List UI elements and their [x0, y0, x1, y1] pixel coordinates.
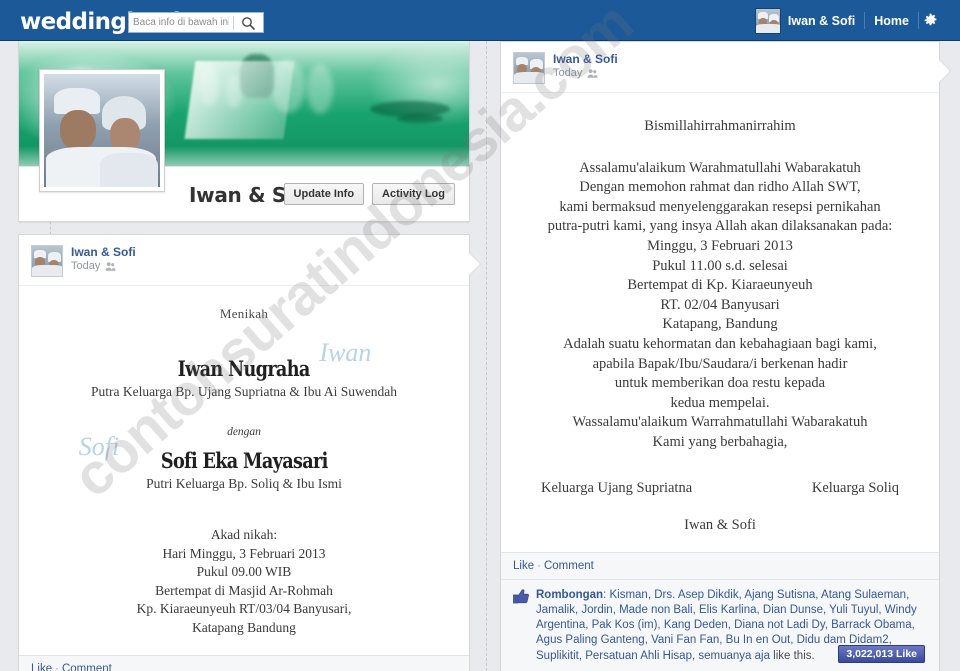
invitation-line: Wassalamu'alaikum Warrahmatullahi Wabara… [572, 414, 868, 431]
right-post-author-block: Iwan & Sofi Today [553, 52, 618, 81]
akad-line: Pukul 09.00 WIB [196, 564, 292, 579]
right-post-body: Bismillahirrahmanirrahim Assalamu'alaiku… [501, 93, 939, 552]
action-separator: · [55, 663, 59, 671]
left-post-author-block: Iwan & Sofi Today [71, 245, 136, 274]
profile-picture-art [44, 74, 160, 187]
action-separator: · [537, 559, 541, 572]
right-post-header: Iwan & Sofi Today [501, 42, 939, 93]
invitation-line: kedua mempelai. [670, 394, 770, 411]
invitation-line: untuk memberikan doa restu kepada [614, 375, 826, 392]
invitation-line: Pukul 11.00 s.d. selesai [652, 257, 788, 274]
post-meta: Today [553, 66, 618, 81]
like-count-badge[interactable]: 3,022,013 Like [838, 644, 925, 663]
groom-parents: Putra Keluarga Bp. Ujang Supriatna & Ibu… [90, 384, 398, 399]
post-author-avatar[interactable] [513, 52, 545, 84]
invitation-left: Menikah Iwan Iwan Nugraha Putra Keluarga… [37, 306, 451, 637]
right-post-actions: Like · Comment [501, 551, 939, 579]
like-button[interactable]: Like [31, 663, 52, 671]
right-post: Iwan & Sofi Today Bismillahirrahmanirrah… [500, 41, 950, 671]
thumbs-up-icon [513, 589, 529, 609]
groom-script-name: Iwan [319, 338, 372, 367]
nav-separator-2 [918, 12, 919, 29]
search-box[interactable] [128, 12, 264, 33]
post-pointer-icon [469, 253, 480, 275]
invitation-line: RT. 02/04 Banyusari [660, 296, 780, 313]
invitation-line: Bertempat di Kp. Kiaraeunyeuh [627, 277, 813, 294]
left-post-actions: Like · Comment [19, 655, 469, 671]
groom-name-row: Iwan Iwan Nugraha [165, 338, 371, 381]
post-meta: Today [71, 259, 136, 274]
couple-signature: Iwan & Sofi [684, 517, 756, 534]
akad-line: Akad nikah: [210, 527, 278, 542]
invitation-line: kami bermaksud menyelenggarakan resepsi … [559, 198, 881, 215]
bride-name-row: Sofi Sofi Eka Mayasari [79, 432, 344, 473]
nav-user-name[interactable]: Iwan & Sofi [788, 14, 864, 28]
akad-line: Katapang Bandung [192, 619, 296, 635]
like-this-suffix: like this. [773, 649, 815, 662]
avatar[interactable] [754, 7, 781, 34]
nav-right-group: Iwan & Sofi Home [754, 6, 938, 35]
invitation-line: putra-putri kami, yang insya Allah akan … [547, 218, 893, 235]
comment-button[interactable]: Comment [544, 560, 594, 572]
bride-name: Sofi Eka Mayasari [160, 448, 328, 473]
invitation-line: Adalah suatu kehormatan dan kebahagiaan … [563, 335, 877, 352]
family-signatures: Keluarga Ujang Supriatna Keluarga Soliq [541, 479, 899, 499]
comment-button[interactable]: Comment [62, 663, 112, 671]
left-post: Iwan & Sofi Today Menikah Iwan Iwan Nugr… [18, 234, 480, 671]
left-column: Iwan & Sofi Update Info Activity Log Iwa… [18, 41, 480, 671]
invitation-line: Kami yang berbahagia, [652, 433, 788, 450]
invitation-line: apabila Bapak/Ibu/Saudara/i berkenan had… [592, 355, 848, 372]
profile-action-buttons: Update Info Activity Log [283, 183, 455, 205]
family-right: Keluarga Soliq [811, 479, 899, 496]
bismillah-line: Bismillahirrahmanirrahim [644, 118, 796, 134]
post-pointer-icon [939, 60, 950, 82]
post-author-name[interactable]: Iwan & Sofi [71, 245, 136, 259]
left-post-header: Iwan & Sofi Today [19, 235, 469, 286]
right-column: Iwan & Sofi Today Bismillahirrahmanirrah… [500, 41, 950, 671]
liker-group-name[interactable]: Rombongan [536, 589, 603, 601]
akad-line: Hari Minggu, 3 Februari 2013 [162, 545, 326, 561]
invitation-heading: Menikah [219, 306, 269, 321]
post-author-name[interactable]: Iwan & Sofi [553, 52, 618, 66]
search-input[interactable] [129, 13, 233, 32]
invitation-line: Minggu, 3 Februari 2013 [647, 237, 793, 254]
family-left: Keluarga Ujang Supriatna [541, 479, 693, 496]
akad-line: Bertempat di Masjid Ar-Rohmah [155, 582, 333, 598]
search-icon[interactable] [234, 13, 262, 32]
akad-details: Akad nikah: Hari Minggu, 3 Februari 2013… [37, 526, 451, 637]
invitation-line: Katapang, Bandung [662, 316, 778, 333]
akad-line: Kp. Kiaraeunyeuh RT/03/04 Banyusari, [136, 601, 352, 616]
groom-name: Iwan Nugraha [177, 356, 311, 381]
invitation-right: Bismillahirrahmanirrahim Assalamu'alaiku… [519, 117, 921, 536]
post-timestamp: Today [71, 260, 101, 272]
post-author-avatar[interactable] [31, 245, 63, 277]
page-root: weddingbook Baca info di bawah ini Iwan … [0, 0, 960, 671]
friends-icon[interactable] [105, 261, 116, 272]
invitation-line: Dengan memohon rahmat dan ridho Allah SW… [579, 179, 861, 196]
bride-script-name: Sofi [78, 432, 120, 461]
activity-log-button[interactable]: Activity Log [372, 183, 455, 205]
left-post-body: Menikah Iwan Iwan Nugraha Putra Keluarga… [19, 286, 469, 655]
nav-home-link[interactable]: Home [865, 14, 918, 28]
gear-icon[interactable] [922, 13, 938, 29]
post-timestamp: Today [553, 67, 583, 79]
friends-icon[interactable] [587, 68, 598, 79]
bride-parents: Putri Keluarga Bp. Soliq & Ibu Ismi [146, 476, 342, 491]
profile-info-bar: Iwan & Sofi Update Info Activity Log [19, 69, 469, 221]
likes-section: Rombongan: Kisman, Drs. Asep Dikdik, Aja… [501, 578, 939, 671]
avatar-art [755, 8, 780, 33]
profile-picture[interactable] [39, 69, 165, 192]
top-navigation-bar: weddingbook Baca info di bawah ini Iwan … [0, 0, 960, 41]
like-button[interactable]: Like [513, 560, 534, 572]
profile-card: Iwan & Sofi Update Info Activity Log [18, 41, 470, 222]
invitation-line: Assalamu'alaikum Warahmatullahi Wabaraka… [579, 159, 861, 176]
right-guide-line [486, 41, 487, 671]
update-info-button[interactable]: Update Info [283, 183, 365, 205]
